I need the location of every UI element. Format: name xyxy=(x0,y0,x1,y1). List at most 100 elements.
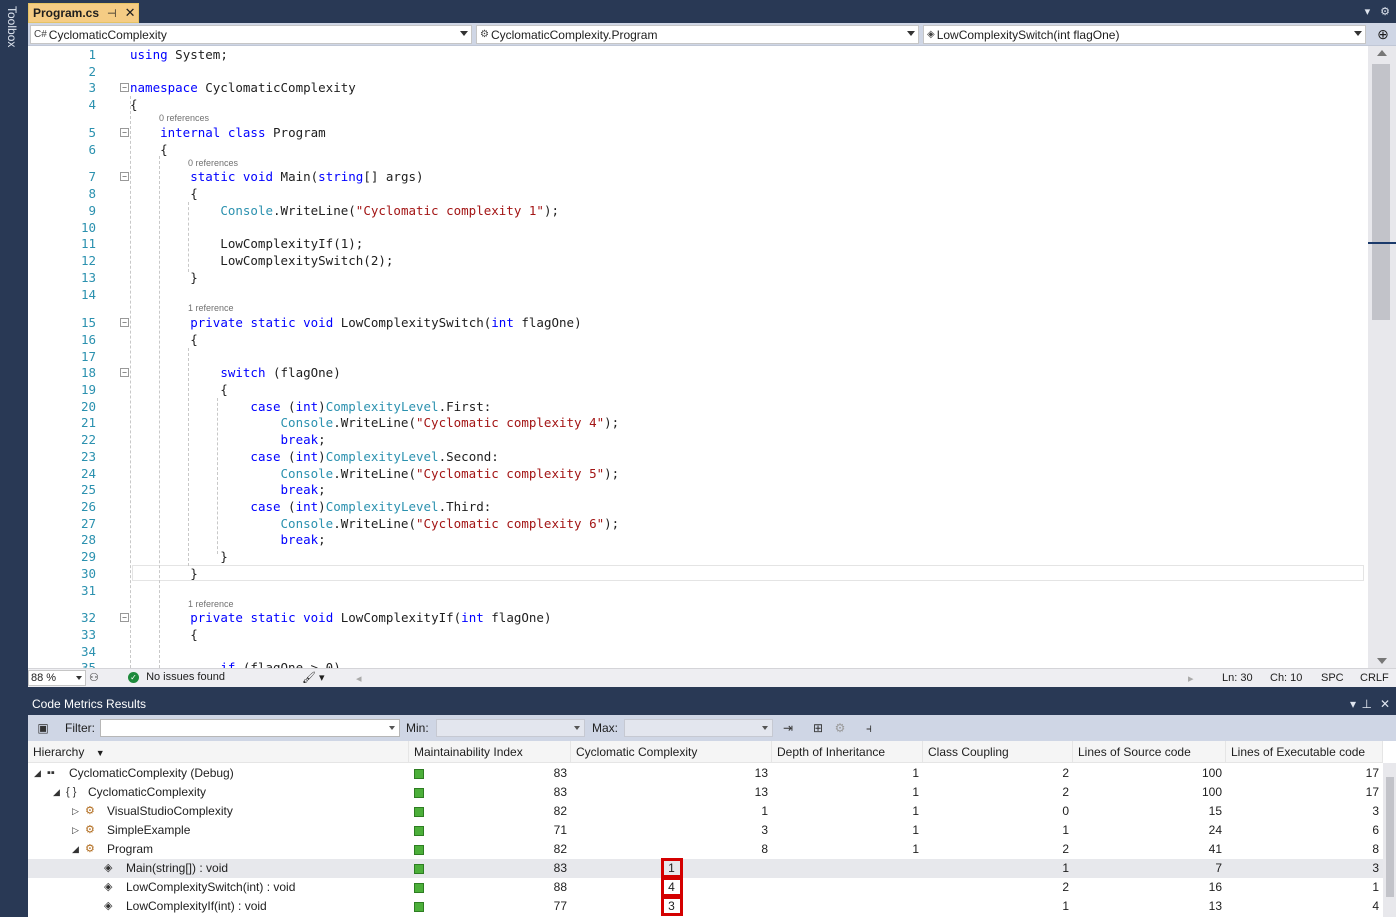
column-header-executable-lines[interactable]: Lines of Executable code xyxy=(1226,741,1383,763)
toolbox-label[interactable]: Toolbox xyxy=(5,6,19,47)
tab-dropdown-icon[interactable]: ▾ xyxy=(1365,5,1371,18)
collapse-icon[interactable]: − xyxy=(120,318,129,327)
code-line[interactable]: 6 { xyxy=(28,141,1368,158)
code-line[interactable]: 9 Console.WriteLine("Cyclomatic complexi… xyxy=(28,202,1368,219)
zoom-dropdown[interactable]: 88 % xyxy=(28,670,86,686)
settings-gear-icon[interactable]: ⚙ xyxy=(1380,5,1390,18)
collapse-icon[interactable]: ◢ xyxy=(72,840,79,859)
metrics-row[interactable]: ◈ Main(string[]) : void 83 1 1 7 3 xyxy=(28,858,1383,878)
min-input[interactable] xyxy=(436,719,585,737)
code-line[interactable]: 27 Console.WriteLine("Cyclomatic complex… xyxy=(28,515,1368,532)
code-line[interactable]: 13 } xyxy=(28,269,1368,286)
split-window-icon[interactable]: ⊕ xyxy=(1370,23,1396,45)
add-remove-columns-icon[interactable]: ⫞ xyxy=(860,719,878,737)
code-line[interactable]: 23 case (int)ComplexityLevel.Second: xyxy=(28,448,1368,465)
code-cleanup-icon[interactable]: 🖌 ▾ xyxy=(302,671,325,684)
collapse-icon[interactable]: ◢ xyxy=(34,764,41,783)
collapse-icon[interactable]: − xyxy=(120,368,129,377)
metrics-row[interactable]: ◢ ⚙ Program 82 8 1 2 41 8 xyxy=(28,840,1383,859)
code-line[interactable]: 8 { xyxy=(28,185,1368,202)
code-line[interactable]: 14 xyxy=(28,286,1368,303)
column-header-maintainability[interactable]: Maintainability Index xyxy=(409,741,571,763)
member-dropdown[interactable]: ◈ LowComplexitySwitch(int flagOne) xyxy=(923,25,1366,44)
code-line[interactable]: 19 { xyxy=(28,381,1368,398)
metrics-row[interactable]: ◈ LowComplexitySwitch(int) : void 88 4 2 16 1 xyxy=(28,877,1383,897)
code-line[interactable]: 12 LowComplexitySwitch(2); xyxy=(28,252,1368,269)
code-editor[interactable]: 0 references 0 references 1 reference 1 … xyxy=(28,46,1368,668)
apply-filter-icon[interactable]: ⇥ xyxy=(779,719,797,737)
hscroll-right-icon[interactable]: ▸ xyxy=(1188,672,1194,685)
filter-dropdown[interactable] xyxy=(100,719,400,737)
codelens-references[interactable]: 0 references xyxy=(159,113,209,124)
code-line[interactable]: 5 − internal class Program xyxy=(28,124,1368,141)
code-line[interactable]: 1 using System; xyxy=(28,46,1368,63)
scrollbar-thumb[interactable] xyxy=(1372,64,1390,320)
max-input[interactable] xyxy=(624,719,773,737)
toolbox-strip[interactable]: Toolbox xyxy=(0,0,24,917)
project-dropdown[interactable]: C# CyclomaticComplexity xyxy=(30,25,472,44)
whitespace-indicator[interactable]: SPC xyxy=(1321,672,1344,684)
code-line[interactable]: 17 xyxy=(28,348,1368,365)
line-ending-indicator[interactable]: CRLF xyxy=(1360,672,1389,684)
code-line[interactable]: 4{ xyxy=(28,96,1368,113)
hscroll-left-icon[interactable]: ◂ xyxy=(356,672,362,685)
code-line[interactable]: 15 − private static void LowComplexitySwi… xyxy=(28,314,1368,331)
intellicode-icon[interactable]: ⚇ xyxy=(89,671,99,684)
settings-gear-icon[interactable]: ⚙ xyxy=(831,719,849,737)
collapse-icon[interactable]: − xyxy=(120,613,129,622)
codelens-references[interactable]: 1 reference xyxy=(188,303,234,314)
editor-vertical-scrollbar[interactable] xyxy=(1368,46,1396,668)
code-line[interactable]: 3 − namespace CyclomaticComplexity xyxy=(28,79,1368,96)
pin-icon[interactable]: ⊣ xyxy=(107,7,117,20)
open-in-excel-icon[interactable]: ⊞ xyxy=(809,719,827,737)
window-position-icon[interactable]: ▾ xyxy=(1350,695,1356,714)
code-line[interactable]: 26 case (int)ComplexityLevel.Third: xyxy=(28,498,1368,515)
column-header-hierarchy[interactable]: Hierarchy ▼ xyxy=(28,741,409,763)
code-line[interactable]: 2 xyxy=(28,63,1368,80)
tab-program-cs[interactable]: Program.cs ⊣ ✕ xyxy=(28,3,139,23)
code-line[interactable]: 10 xyxy=(28,219,1368,236)
collapse-icon[interactable]: ◢ xyxy=(53,783,60,802)
metrics-row[interactable]: ◢ { } CyclomaticComplexity 83 13 1 2 100 17 xyxy=(28,783,1383,802)
column-header-source-lines[interactable]: Lines of Source code xyxy=(1073,741,1226,763)
column-header-coupling[interactable]: Class Coupling xyxy=(923,741,1073,763)
collapse-icon[interactable]: − xyxy=(120,128,129,137)
scroll-up-icon[interactable] xyxy=(1377,50,1387,56)
code-line[interactable]: 34 xyxy=(28,643,1368,660)
code-line[interactable]: 29 } xyxy=(28,548,1368,565)
column-header-cyclomatic[interactable]: Cyclomatic Complexity xyxy=(571,741,772,763)
code-line[interactable]: 33 { xyxy=(28,626,1368,643)
sort-down-icon[interactable]: ▼ xyxy=(96,748,105,758)
issues-indicator[interactable]: ✓ No issues found xyxy=(128,671,225,683)
code-line[interactable]: 28 break; xyxy=(28,531,1368,548)
code-line[interactable]: 11 LowComplexityIf(1); xyxy=(28,235,1368,252)
close-icon[interactable]: ✕ xyxy=(1380,695,1390,714)
metrics-row[interactable]: ▷ ⚙ VisualStudioComplexity 82 1 1 0 15 3 xyxy=(28,802,1383,821)
code-line[interactable]: 32 − private static void LowComplexityIf(… xyxy=(28,609,1368,626)
code-line[interactable]: 18 − switch (flagOne) xyxy=(28,364,1368,381)
code-line[interactable]: 31 xyxy=(28,582,1368,599)
expand-icon[interactable]: ▷ xyxy=(72,821,79,840)
code-line[interactable]: 24 Console.WriteLine("Cyclomatic complex… xyxy=(28,465,1368,482)
code-line[interactable]: 25 break; xyxy=(28,481,1368,498)
column-indicator[interactable]: Ch: 10 xyxy=(1270,672,1302,684)
pin-icon[interactable]: ⊥ xyxy=(1362,695,1372,714)
code-line[interactable]: 20 case (int)ComplexityLevel.First: xyxy=(28,398,1368,415)
scrollbar-thumb[interactable] xyxy=(1386,777,1394,897)
expand-icon[interactable]: ▷ xyxy=(72,802,79,821)
calculate-metrics-icon[interactable]: ▣ xyxy=(34,719,52,737)
code-line[interactable]: 16 { xyxy=(28,331,1368,348)
code-line[interactable]: 21 Console.WriteLine("Cyclomatic complex… xyxy=(28,414,1368,431)
scroll-down-icon[interactable] xyxy=(1377,658,1387,664)
close-tab-icon[interactable]: ✕ xyxy=(125,5,136,21)
code-line[interactable]: 22 break; xyxy=(28,431,1368,448)
collapse-icon[interactable]: − xyxy=(120,83,129,92)
line-indicator[interactable]: Ln: 30 xyxy=(1222,672,1253,684)
metrics-row[interactable]: ◢ ▪▪ CyclomaticComplexity (Debug) 83 13 1 2 100… xyxy=(28,764,1383,783)
code-line[interactable]: 30 } xyxy=(28,565,1368,582)
metrics-row[interactable]: ▷ ⚙ SimpleExample 71 3 1 1 24 6 xyxy=(28,821,1383,840)
collapse-icon[interactable]: − xyxy=(120,172,129,181)
column-header-depth[interactable]: Depth of Inheritance xyxy=(772,741,923,763)
code-line[interactable]: 35 if (flagOne > 0) xyxy=(28,659,1368,668)
code-line[interactable]: 7 − static void Main(string[] args) xyxy=(28,168,1368,185)
